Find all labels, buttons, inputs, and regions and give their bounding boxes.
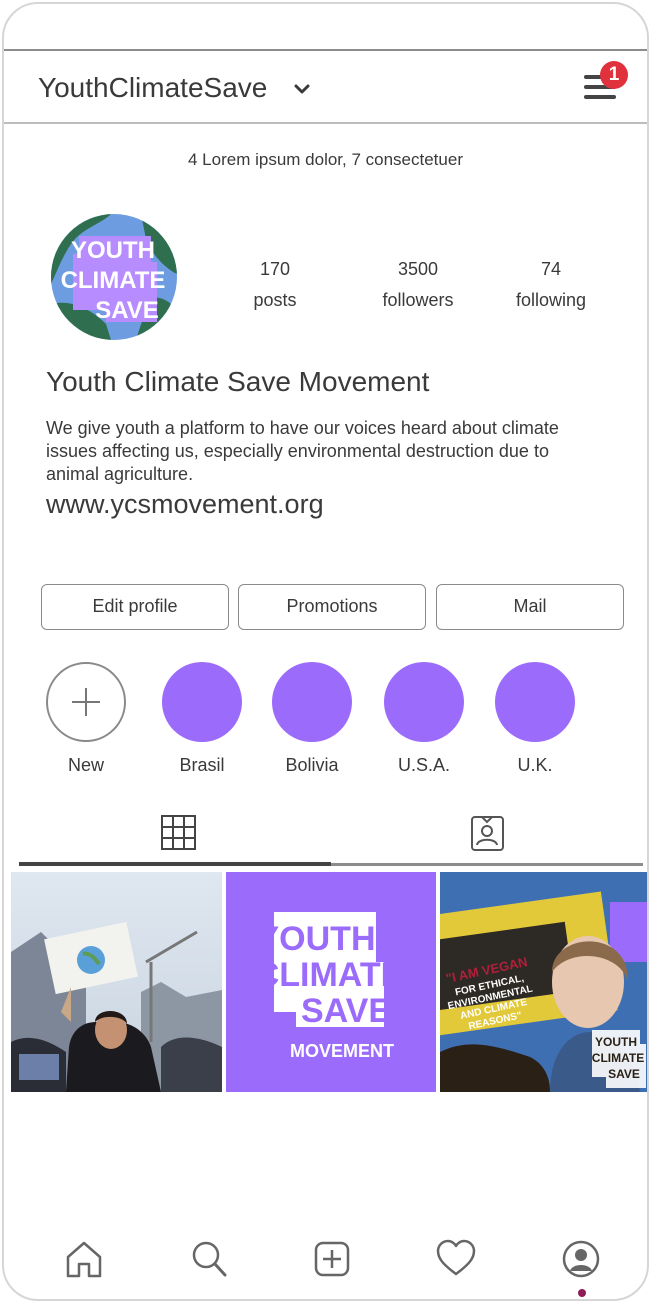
highlight-brasil[interactable]: Brasil: [147, 662, 257, 776]
highlight-usa[interactable]: U.S.A.: [369, 662, 479, 776]
stat-value: 170: [259, 259, 291, 279]
post-protest-photo[interactable]: [11, 872, 222, 1092]
tab-indicator-active: [19, 862, 331, 866]
stat-value: 74: [540, 259, 562, 279]
active-tab-indicator-dot: [578, 1289, 586, 1297]
highlight-new[interactable]: New: [31, 662, 141, 776]
profile-website-link[interactable]: www.ycsmovement.org: [46, 489, 324, 520]
avatar-logo-text: SAVE: [95, 297, 159, 324]
post-corner-logo-text: SAVE: [608, 1067, 640, 1081]
post-vegan-sign-photo[interactable]: "I AM VEGAN FOR ETHICAL, ENVIRONMENTAL A…: [440, 872, 649, 1092]
chevron-down-icon[interactable]: [292, 81, 312, 97]
tab-indicator: [331, 863, 643, 866]
promotions-button[interactable]: Promotions: [238, 584, 426, 630]
highlight-circle: [384, 662, 464, 742]
search-icon[interactable]: [187, 1237, 231, 1281]
highlight-label: New: [67, 755, 104, 775]
tagged-photos-icon[interactable]: [466, 812, 508, 854]
post-logo-subtext: MOVEMENT: [290, 1041, 394, 1061]
highlight-circle: [272, 662, 352, 742]
avatar-logo-text: CLIMATE: [61, 267, 166, 294]
stat-followers[interactable]: 3500 followers: [353, 254, 483, 316]
post-ycs-logo[interactable]: YOUTH CLIMATE SAVE MOVEMENT: [226, 872, 436, 1092]
account-username[interactable]: YouthClimateSave: [38, 72, 267, 104]
top-bar: YouthClimateSave 1: [4, 49, 647, 124]
post-corner-logo-text: YOUTH: [595, 1035, 637, 1049]
highlight-label: U.S.A.: [397, 755, 450, 775]
home-icon[interactable]: [62, 1237, 106, 1281]
grid-icon[interactable]: [158, 812, 200, 854]
notification-badge: 1: [600, 61, 628, 89]
heart-icon[interactable]: [434, 1237, 478, 1281]
post-logo-text: CLIMATE: [255, 956, 404, 994]
plus-icon: [72, 688, 100, 716]
mail-button[interactable]: Mail: [436, 584, 624, 630]
highlight-label: Brasil: [179, 755, 225, 775]
highlight-circle: [495, 662, 575, 742]
post-logo-text: SAVE: [301, 992, 391, 1030]
stat-value: 3500: [397, 259, 439, 279]
avatar-logo-text: YOUTH: [71, 237, 155, 264]
profile-bio: We give youth a platform to have our voi…: [46, 418, 559, 484]
profile-name: Youth Climate Save Movement: [46, 366, 430, 397]
highlight-circle: [162, 662, 242, 742]
post-corner-logo-text: CLIMATE: [592, 1051, 644, 1065]
add-post-icon[interactable]: [310, 1237, 354, 1281]
profile-subtitle: 4 Lorem ipsum dolor, 7 consectetuer: [188, 150, 463, 169]
profile-icon[interactable]: [559, 1237, 603, 1281]
highlight-uk[interactable]: U.K.: [480, 662, 590, 776]
stat-posts[interactable]: 170 posts: [210, 254, 340, 316]
highlight-label: Bolivia: [285, 755, 339, 775]
stat-label: posts: [253, 290, 297, 310]
post-logo-text: YOUTH: [257, 920, 376, 958]
stat-label: following: [515, 290, 587, 310]
phone-frame: YouthClimateSave 1 4 Lorem ipsum dolor, …: [2, 2, 649, 1301]
profile-avatar[interactable]: YOUTH CLIMATE SAVE: [51, 214, 177, 340]
stat-following[interactable]: 74 following: [486, 254, 616, 316]
highlight-circle: [46, 662, 126, 742]
highlight-bolivia[interactable]: Bolivia: [257, 662, 367, 776]
highlight-label: U.K.: [517, 755, 553, 775]
edit-profile-button[interactable]: Edit profile: [41, 584, 229, 630]
stat-label: followers: [382, 290, 454, 310]
